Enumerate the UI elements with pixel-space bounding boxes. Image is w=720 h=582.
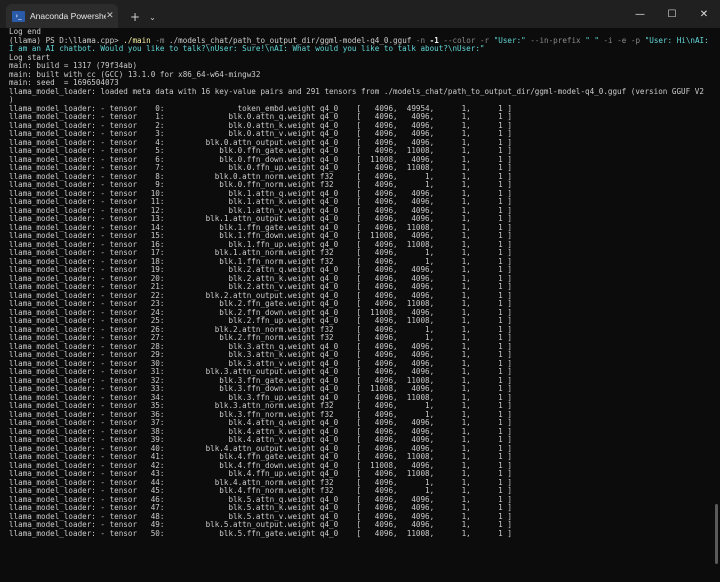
tensor-row: llama_model_loader: - tensor 35: blk.3.a…	[9, 402, 512, 410]
tensor-row: llama_model_loader: - tensor 42: blk.4.f…	[9, 461, 512, 470]
command-exe: ./main	[123, 36, 151, 45]
tensor-row: llama_model_loader: - tensor 15: blk.1.f…	[9, 232, 512, 240]
command-token: -n	[415, 36, 426, 45]
tensor-row: llama_model_loader: - tensor 25: blk.2.f…	[9, 317, 512, 325]
tensor-row: llama_model_loader: - tensor 2: blk.0.at…	[9, 121, 512, 130]
tensor-row: llama_model_loader: - tensor 10: blk.1.a…	[9, 189, 512, 198]
tab-anaconda-powershell[interactable]: ›_ Anaconda Powershell Prompt ✕	[6, 4, 118, 28]
maximize-button[interactable]: ☐	[656, 0, 688, 28]
tensor-row: llama_model_loader: - tensor 26: blk.2.a…	[9, 325, 512, 334]
tensor-row: llama_model_loader: - tensor 47: blk.5.a…	[9, 504, 512, 512]
command-token: -1	[429, 36, 439, 45]
tensor-row: llama_model_loader: - tensor 23: blk.2.f…	[9, 300, 512, 308]
tensor-row: llama_model_loader: - tensor 20: blk.2.a…	[9, 274, 512, 283]
tab-title: Anaconda Powershell Prompt	[30, 11, 106, 21]
tensor-row: llama_model_loader: - tensor 37: blk.4.a…	[9, 419, 512, 427]
tensor-row: llama_model_loader: - tensor 8: blk.0.at…	[9, 172, 512, 181]
tensor-row: llama_model_loader: - tensor 19: blk.2.a…	[9, 266, 512, 274]
info-line: main: build = 1317 (79f34ab)	[9, 62, 138, 70]
terminal-window: ›_ Anaconda Powershell Prompt ✕ + ⌄ — ☐ …	[0, 0, 720, 582]
tensor-row: llama_model_loader: - tensor 1: blk.0.at…	[9, 113, 512, 121]
tensor-row: llama_model_loader: - tensor 48: blk.5.a…	[9, 512, 512, 521]
tensor-row: llama_model_loader: - tensor 17: blk.1.a…	[9, 249, 512, 257]
command-token: -e	[617, 36, 627, 45]
tensor-row: llama_model_loader: - tensor 33: blk.3.f…	[9, 385, 512, 393]
tensor-row: llama_model_loader: - tensor 14: blk.1.f…	[9, 223, 512, 232]
tensor-row: llama_model_loader: - tensor 39: blk.4.a…	[9, 436, 512, 444]
tensor-row: llama_model_loader: - tensor 9: blk.0.ff…	[9, 181, 512, 189]
command-token: "User:"	[493, 36, 526, 45]
title-bar: ›_ Anaconda Powershell Prompt ✕ + ⌄ — ☐ …	[0, 0, 720, 28]
tab-close-icon[interactable]: ✕	[106, 11, 114, 21]
tensor-row: llama_model_loader: - tensor 18: blk.1.f…	[9, 257, 512, 266]
tensor-row: llama_model_loader: - tensor 44: blk.4.a…	[9, 478, 512, 487]
new-tab-button[interactable]: +	[130, 10, 140, 24]
tensor-row: llama_model_loader: - tensor 3: blk.0.at…	[9, 130, 512, 138]
log-end-line: Log end	[9, 28, 42, 36]
tensor-row: llama_model_loader: - tensor 4: blk.0.at…	[9, 138, 512, 147]
tensor-row: llama_model_loader: - tensor 43: blk.4.f…	[9, 470, 512, 478]
tensor-row: llama_model_loader: - tensor 36: blk.3.f…	[9, 410, 512, 419]
tensor-row: llama_model_loader: - tensor 13: blk.1.a…	[9, 215, 512, 223]
tensor-row: llama_model_loader: - tensor 31: blk.3.a…	[9, 368, 512, 376]
tensor-row: llama_model_loader: - tensor 5: blk.0.ff…	[9, 147, 512, 155]
tensor-row: llama_model_loader: - tensor 24: blk.2.f…	[9, 308, 512, 317]
tensor-row: llama_model_loader: - tensor 45: blk.4.f…	[9, 487, 512, 495]
tensor-row: llama_model_loader: - tensor 34: blk.3.f…	[9, 393, 512, 402]
tensor-row: llama_model_loader: - tensor 38: blk.4.a…	[9, 427, 512, 436]
tensor-row: llama_model_loader: - tensor 29: blk.3.a…	[9, 351, 512, 359]
tensor-row: llama_model_loader: - tensor 27: blk.2.f…	[9, 334, 512, 342]
tensor-row: llama_model_loader: - tensor 46: blk.5.a…	[9, 495, 512, 504]
tensor-row: llama_model_loader: - tensor 32: blk.3.f…	[9, 376, 512, 385]
scrollbar-thumb[interactable]	[715, 504, 718, 564]
command-token: -r	[479, 36, 490, 45]
tensor-row: llama_model_loader: - tensor 50: blk.5.f…	[9, 529, 512, 538]
tensor-row: llama_model_loader: - tensor 41: blk.4.f…	[9, 453, 512, 461]
prompt: (llama) PS D:\llama.cpp>	[9, 36, 124, 45]
terminal-output[interactable]: Log end (llama) PS D:\llama.cpp> ./main …	[0, 28, 710, 582]
tensor-row: llama_model_loader: - tensor 16: blk.1.f…	[9, 240, 512, 249]
tensor-row: llama_model_loader: - tensor 11: blk.1.a…	[9, 198, 512, 206]
info-line: llama_model_loader: loaded meta data wit…	[9, 87, 710, 96]
info-line: main: built with cc (GCC) 13.1.0 for x86…	[9, 70, 261, 79]
window-controls: — ☐ ✕	[624, 0, 720, 28]
tensor-row: llama_model_loader: - tensor 0: token_em…	[9, 104, 512, 113]
tensor-row: llama_model_loader: - tensor 49: blk.5.a…	[9, 521, 512, 529]
tensor-row: llama_model_loader: - tensor 40: blk.4.a…	[9, 444, 512, 453]
info-line: main: seed = 1696504073	[9, 79, 119, 87]
tensor-row: llama_model_loader: - tensor 22: blk.2.a…	[9, 291, 512, 300]
tensor-row: llama_model_loader: - tensor 6: blk.0.ff…	[9, 155, 512, 164]
tensor-row: llama_model_loader: - tensor 12: blk.1.a…	[9, 206, 512, 215]
command-continuation: I am an AI chatbot. Would you like to ta…	[9, 45, 485, 53]
command-token: "User: Hi\nAI: Hello.	[644, 36, 709, 45]
command-token: -p	[630, 36, 641, 45]
tensor-row: llama_model_loader: - tensor 7: blk.0.ff…	[9, 164, 512, 172]
command-token: ./models_chat/path_to_output_dir/ggml-mo…	[164, 36, 416, 45]
scrollbar[interactable]	[713, 34, 718, 576]
tensor-row: llama_model_loader: - tensor 28: blk.3.a…	[9, 342, 512, 351]
command-token: -i	[603, 36, 613, 45]
chevron-down-icon[interactable]: ⌄	[149, 13, 156, 22]
command-token: --color	[443, 36, 476, 45]
minimize-button[interactable]: —	[624, 0, 656, 28]
command-token: --in-prefix	[530, 36, 581, 45]
log-start-line: Log start	[9, 53, 51, 62]
close-button[interactable]: ✕	[688, 0, 720, 28]
command-token: " "	[585, 36, 599, 45]
tensor-row: llama_model_loader: - tensor 21: blk.2.a…	[9, 283, 512, 291]
info-line: )	[9, 96, 14, 104]
tensor-row: llama_model_loader: - tensor 30: blk.3.a…	[9, 359, 512, 368]
powershell-icon: ›_	[12, 10, 25, 22]
command-line: (llama) PS D:\llama.cpp> ./main -m ./mod…	[9, 37, 710, 46]
